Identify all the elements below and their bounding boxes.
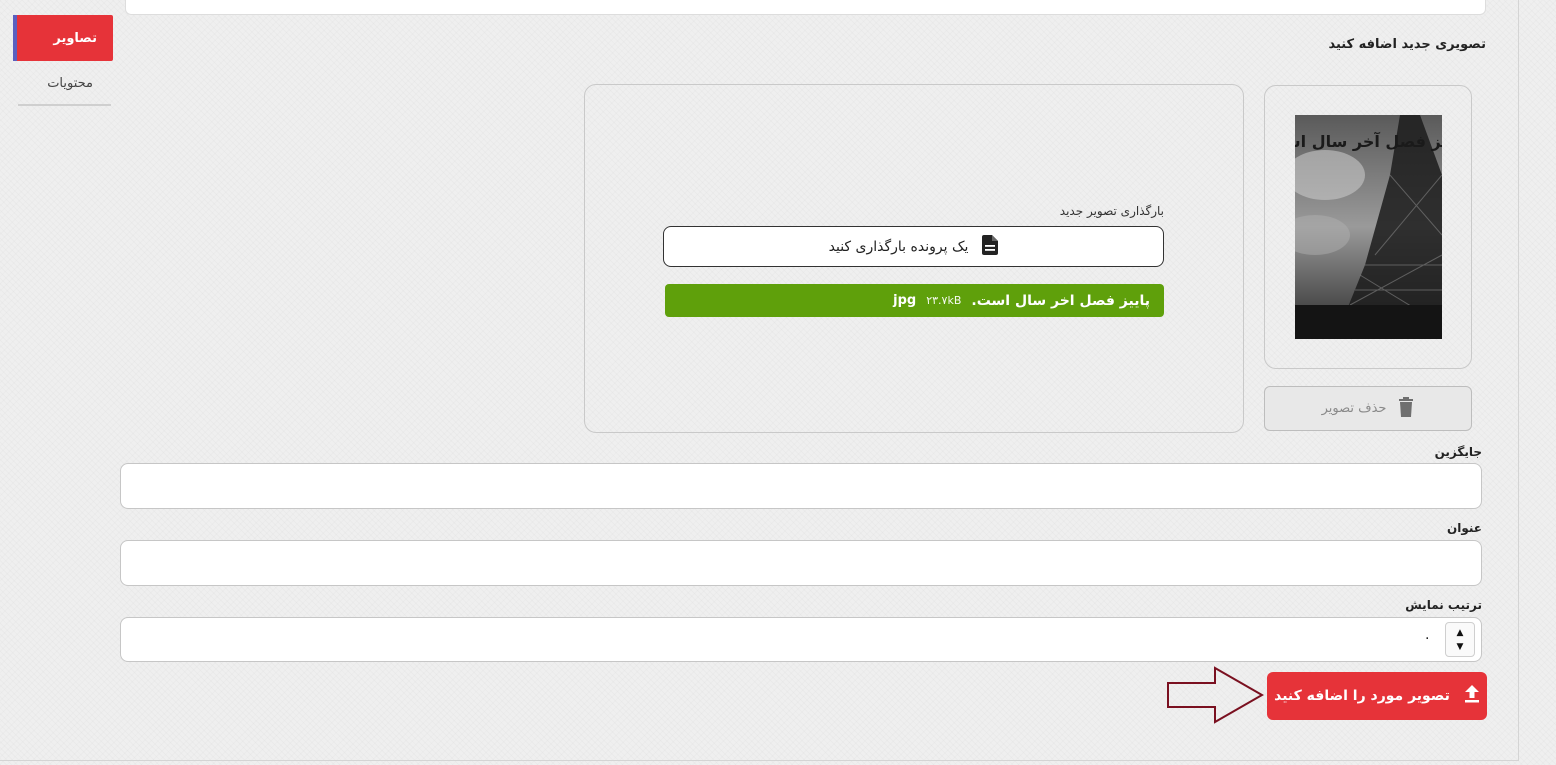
file-icon [982, 234, 999, 259]
display-order-value: ۰ [1423, 630, 1431, 646]
upload-file-label: یک پرونده بارگذاری کنید [828, 238, 969, 255]
title-label: عنوان [1447, 521, 1482, 535]
tab-images-label: تصاویر [53, 30, 97, 46]
spinner-up-icon[interactable]: ▲ [1457, 626, 1464, 640]
section-title: تصویری جدید اضافه کنید [1328, 37, 1486, 52]
image-preview: پاییز فصل آخر سال است [1295, 115, 1442, 339]
display-order-input[interactable]: ۰ ▲ ▼ [120, 617, 1482, 662]
order-label: ترتیب نمایش [1405, 598, 1482, 612]
previous-section-box [125, 0, 1486, 15]
tab-contents[interactable]: محتویات [18, 62, 111, 106]
trash-icon [1398, 396, 1414, 421]
add-image-button[interactable]: تصویر مورد را اضافه کنید [1267, 672, 1487, 720]
title-input[interactable] [120, 540, 1482, 586]
number-spinner[interactable]: ▲ ▼ [1445, 622, 1475, 657]
add-image-label: تصویر مورد را اضافه کنید [1274, 688, 1450, 704]
tab-images[interactable]: تصاویر [13, 15, 113, 61]
alt-input[interactable] [120, 463, 1482, 509]
panel-border [1518, 0, 1519, 760]
preview-image-text: پاییز فصل آخر سال است [1295, 131, 1442, 152]
uploaded-file-name: پاییز فصل اخر سال است. [971, 292, 1150, 309]
panel-border-bottom [0, 760, 1519, 761]
uploaded-file-bar: پاییز فصل اخر سال است. ۲۳.۷kB jpg [665, 284, 1164, 317]
alt-label: جایگزین [1434, 445, 1482, 459]
upload-icon [1464, 685, 1480, 707]
spinner-down-icon[interactable]: ▼ [1457, 640, 1464, 654]
uploaded-file-extension: jpg [893, 293, 917, 308]
tab-contents-label: محتویات [47, 75, 93, 91]
upload-file-button[interactable]: یک پرونده بارگذاری کنید [663, 226, 1164, 267]
uploaded-file-size: ۲۳.۷kB [926, 294, 962, 307]
annotation-arrow-icon [1167, 666, 1265, 724]
upload-label: بارگذاری تصویر جدید [1059, 204, 1164, 218]
delete-image-button[interactable]: حذف تصویر [1264, 386, 1472, 431]
delete-image-label: حذف تصویر [1321, 401, 1387, 416]
